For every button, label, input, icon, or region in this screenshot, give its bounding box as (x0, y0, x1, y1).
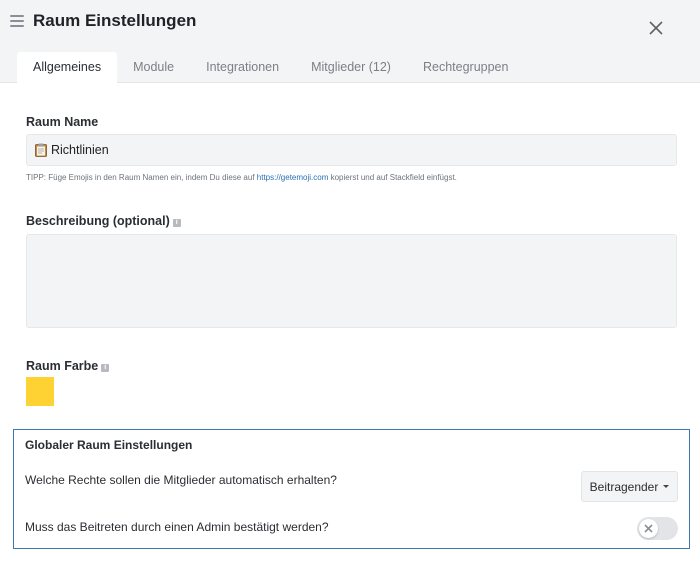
tab-rechtegruppen[interactable]: Rechtegruppen (407, 52, 524, 83)
tab-mitglieder[interactable]: Mitglieder (12) (295, 52, 407, 83)
info-icon[interactable]: i (172, 219, 181, 227)
room-color-label: Raum Farbe i (26, 359, 110, 373)
room-color-swatch[interactable] (26, 377, 54, 406)
room-name-label: Raum Name (26, 115, 99, 129)
tab-bar: Allgemeines Module Integrationen Mitglie… (17, 52, 524, 83)
rights-selected-value: Beitragender (589, 479, 659, 494)
emoji-tip: TIPP: Füge Emojis in den Raum Namen ein,… (26, 173, 457, 182)
caret-down-icon (663, 485, 670, 488)
toggle-knob (639, 519, 658, 538)
info-icon[interactable]: i (101, 364, 110, 372)
tab-module[interactable]: Module (117, 52, 190, 83)
description-label: Beschreibung (optional) i (26, 214, 181, 228)
global-settings-panel: Globaler Raum Einstellungen Welche Recht… (13, 429, 690, 549)
clipboard-emoji-icon (35, 143, 47, 157)
rights-question: Welche Rechte sollen die Mitglieder auto… (25, 473, 337, 487)
hamburger-menu-icon[interactable] (10, 15, 24, 29)
rights-dropdown[interactable]: Beitragender (581, 471, 678, 502)
description-textarea[interactable] (26, 234, 677, 328)
room-name-input[interactable]: Richtlinien (26, 134, 677, 166)
admin-confirm-question: Muss das Beitreten durch einen Admin bes… (25, 520, 329, 534)
room-name-value: Richtlinien (51, 143, 109, 157)
page-title: Raum Einstellungen (33, 11, 197, 30)
getemoji-link[interactable]: https://getemoji.com (257, 173, 329, 182)
toggle-x-icon (644, 524, 653, 533)
tab-allgemeines[interactable]: Allgemeines (17, 52, 118, 83)
admin-confirm-toggle[interactable] (637, 517, 678, 540)
modal-header: Raum Einstellungen Allgemeines Module In… (0, 0, 700, 83)
close-icon[interactable] (647, 19, 665, 37)
global-settings-title: Globaler Raum Einstellungen (25, 438, 193, 452)
tab-integrationen[interactable]: Integrationen (190, 52, 295, 83)
